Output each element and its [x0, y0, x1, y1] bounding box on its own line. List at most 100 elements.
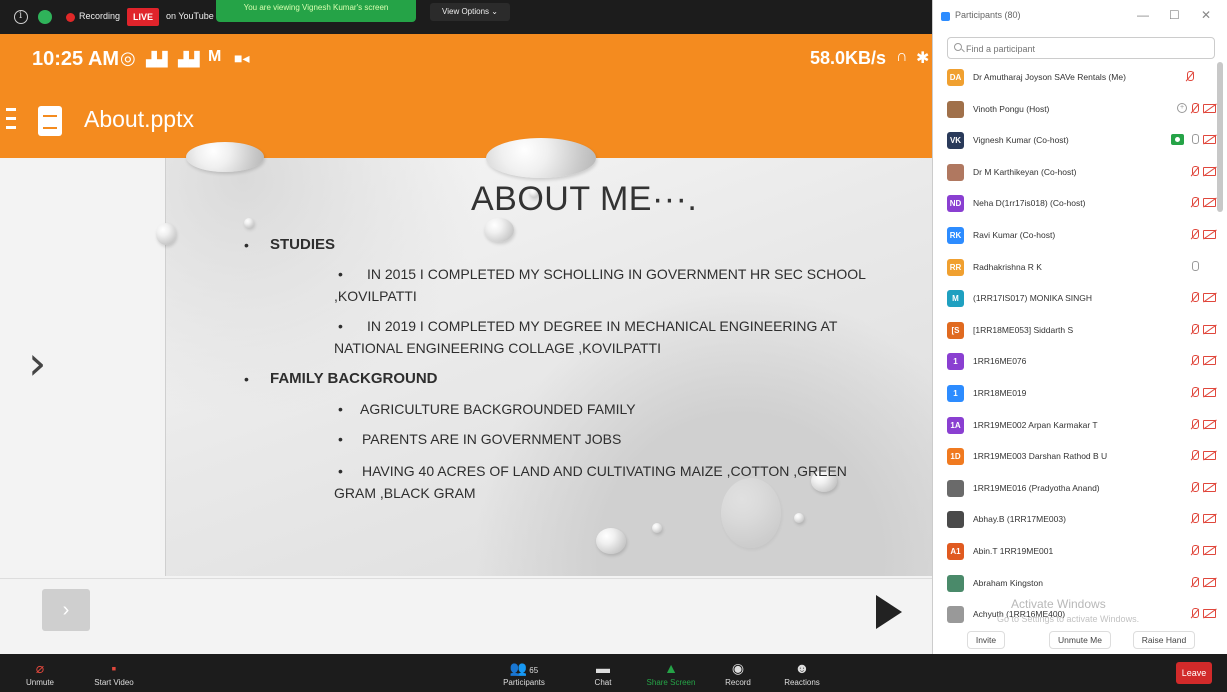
water-drop-icon: [186, 142, 264, 172]
slide-area: › ABOUT ME···. • STUDIES • IN 2015 I COM…: [0, 138, 932, 578]
record-icon: ◉: [731, 660, 745, 676]
muted-mic-icon: [1190, 544, 1199, 557]
avatar: [947, 511, 964, 529]
recording-label[interactable]: Recording: [79, 11, 120, 21]
study-1-line-2: ,KOVILPATTI: [334, 288, 417, 304]
water-drop-icon: [484, 218, 514, 242]
participant-row[interactable]: DA Dr Amutharaj Joyson SAVe Rentals (Me): [933, 62, 1216, 94]
meeting-toolbar: ⌀ Unmute ▪ Start Video 👥 65 Participants …: [0, 654, 1227, 692]
signal-2-icon: ▟▟: [178, 51, 200, 67]
video-off-icon: [1203, 166, 1216, 176]
participant-name: 1RR19ME003 Darshan Rathod B U: [973, 451, 1108, 462]
muted-mic-icon: [1190, 418, 1199, 431]
participant-row[interactable]: RK Ravi Kumar (Co-host): [933, 220, 1216, 252]
participant-row[interactable]: 1 1RR18ME019: [933, 378, 1216, 410]
bullet: •: [338, 266, 343, 282]
participant-search[interactable]: [947, 37, 1215, 59]
reactions-label: Reactions: [784, 678, 820, 687]
maximize-icon[interactable]: ☐: [1169, 8, 1180, 22]
reactions-button[interactable]: ☻ Reactions: [776, 654, 828, 692]
avatar: DA: [947, 69, 964, 86]
participant-row[interactable]: A1 Abin.T 1RR19ME001: [933, 536, 1216, 568]
previous-slide-icon[interactable]: ›: [28, 338, 58, 388]
view-options-button[interactable]: View Options ⌄: [430, 3, 510, 21]
invite-button[interactable]: Invite: [967, 631, 1005, 649]
share-screen-button[interactable]: ▲ Share Screen: [642, 654, 700, 692]
video-off-icon: [1203, 419, 1216, 429]
chat-label: Chat: [594, 678, 612, 687]
muted-mic-icon: [1190, 197, 1199, 209]
bullet: •: [338, 318, 343, 334]
participant-row[interactable]: Vinoth Pongu (Host) +: [933, 94, 1216, 126]
raise-hand-button[interactable]: Raise Hand: [1133, 631, 1195, 649]
panel-title-bar: Participants (80) — ☐ ✕: [933, 0, 1227, 32]
shared-screen: 10:25 AM ◎ ▟▟ ▟▟ M ■◂ 58.0KB/s ∩ ✱ About…: [0, 34, 932, 654]
panel-scrollbar[interactable]: [1217, 62, 1223, 212]
family-heading: FAMILY BACKGROUND: [270, 370, 438, 387]
info-icon[interactable]: [14, 10, 28, 24]
close-icon[interactable]: ✕: [1201, 8, 1211, 22]
app-bar: About.pptx: [0, 86, 932, 158]
record-button[interactable]: ◉ Record: [720, 654, 756, 692]
meeting-top-bar: Recording LIVE on YouTube You are viewin…: [0, 0, 932, 34]
encryption-shield-icon[interactable]: [38, 10, 52, 24]
participant-search-input[interactable]: [966, 41, 1206, 56]
participant-row[interactable]: ND Neha D(1rr17is018) (Co-host): [933, 188, 1216, 220]
participant-name: Abraham Kingston: [973, 577, 1043, 588]
avatar: RR: [947, 258, 964, 276]
participant-name: 1RR19ME016 (Pradyotha Anand): [973, 482, 1100, 493]
participant-row[interactable]: M (1RR17IS017) MONIKA SINGH: [933, 283, 1216, 315]
muted-mic-icon: [1190, 386, 1199, 399]
participant-row[interactable]: 1RR19ME016 (Pradyotha Anand): [933, 473, 1216, 505]
participant-name: Radhakrishna R K: [973, 261, 1042, 272]
muted-mic-icon: [1190, 102, 1199, 115]
avatar: [S: [947, 321, 964, 339]
video-off-icon: [1203, 293, 1216, 303]
video-recorder-icon: ■◂: [234, 50, 250, 66]
video-off-icon: [1203, 387, 1216, 397]
signal-icon: ▟▟: [146, 51, 168, 67]
activate-windows-watermark: Activate Windows: [1011, 597, 1106, 611]
unmute-me-button[interactable]: Unmute Me: [1049, 631, 1111, 649]
participant-name: 1RR18ME019: [973, 387, 1027, 398]
participant-row[interactable]: 1 1RR16ME076: [933, 346, 1216, 378]
next-slide-button[interactable]: ›: [42, 589, 90, 631]
start-video-button[interactable]: ▪ Start Video: [88, 654, 140, 692]
video-on-icon: [1171, 134, 1184, 146]
participant-row[interactable]: [S [1RR18ME053] Siddarth S: [933, 315, 1216, 347]
chat-button[interactable]: ▬ Chat: [588, 654, 618, 692]
viewing-screen-banner: You are viewing Vignesh Kumar's screen: [216, 0, 416, 22]
participant-row[interactable]: Abraham Kingston: [933, 568, 1216, 600]
avatar: [947, 163, 964, 181]
participants-button[interactable]: 👥 65 Participants: [496, 654, 552, 692]
start-video-label: Start Video: [94, 678, 134, 687]
participants-panel: Participants (80) — ☐ ✕ DA Dr Amutharaj J…: [932, 0, 1227, 654]
participant-row[interactable]: 1A 1RR19ME002 Arpan Karmakar T: [933, 410, 1216, 442]
muted-mic-icon: [1185, 71, 1194, 83]
video-off-icon: [1203, 356, 1216, 366]
live-badge[interactable]: LIVE: [127, 8, 159, 26]
participant-row[interactable]: RR Radhakrishna R K: [933, 252, 1216, 284]
slide-controls: ›: [0, 578, 932, 654]
family-1: AGRICULTURE BACKGROUNDED FAMILY: [360, 401, 636, 417]
video-off-icon: [1203, 198, 1216, 208]
muted-mic-icon: [1190, 228, 1199, 241]
participant-row[interactable]: 1D 1RR19ME003 Darshan Rathod B U: [933, 441, 1216, 473]
leave-button[interactable]: Leave: [1176, 662, 1212, 684]
participant-count: 65: [529, 666, 539, 675]
participant-row[interactable]: Abhay.B (1RR17ME003): [933, 504, 1216, 536]
menu-icon[interactable]: [6, 108, 16, 136]
muted-mic-icon: [1190, 576, 1199, 589]
whatsapp-icon: ◎: [120, 48, 136, 68]
unmute-button[interactable]: ⌀ Unmute: [20, 654, 60, 692]
video-off-icon: [1203, 545, 1216, 555]
unmute-label: Unmute: [25, 678, 54, 687]
video-off-icon: [1203, 609, 1216, 619]
video-off-icon: [1203, 103, 1216, 113]
participant-name: Dr M Karthikeyan (Co-host): [973, 166, 1077, 177]
participant-row[interactable]: Dr M Karthikeyan (Co-host): [933, 157, 1216, 189]
reactions-icon: ☻: [794, 660, 810, 676]
play-icon[interactable]: [876, 595, 902, 629]
participant-row[interactable]: VK Vignesh Kumar (Co-host): [933, 125, 1216, 157]
minimize-icon[interactable]: —: [1137, 8, 1149, 22]
